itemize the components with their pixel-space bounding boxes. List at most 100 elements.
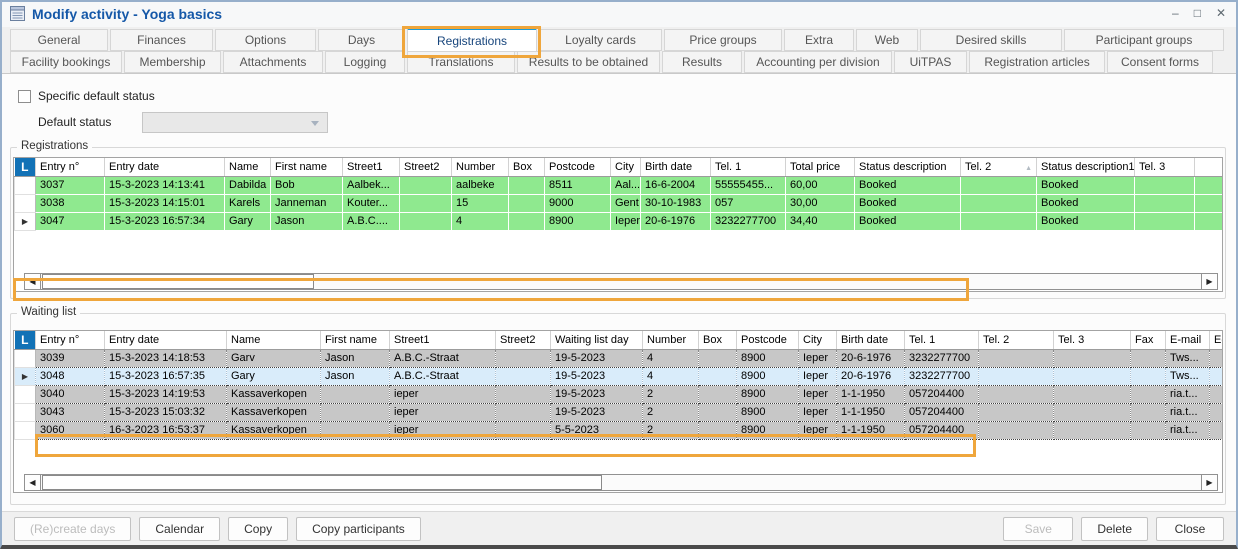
column-header[interactable]: Number <box>642 331 699 350</box>
column-header[interactable]: Postcode <box>736 331 799 350</box>
cell <box>960 176 1037 195</box>
tab-consent-forms[interactable]: Consent forms <box>1107 51 1213 73</box>
scroll-thumb[interactable] <box>42 475 602 490</box>
scroll-right-icon[interactable]: ▶ <box>1201 475 1217 490</box>
column-header[interactable]: Street1 <box>342 158 400 177</box>
column-header[interactable]: Entry date <box>104 158 225 177</box>
table-row[interactable]: 3038 15-3-2023 14:15:01 Karels Janneman Kout… <box>14 193 1222 213</box>
calendar-button[interactable]: Calendar <box>139 517 221 541</box>
scroll-left-icon[interactable]: ◀ <box>25 274 41 289</box>
cell: 057204400 <box>904 403 979 422</box>
column-header[interactable]: Fax <box>1130 331 1166 350</box>
table-row[interactable]: 3043 15-3-2023 15:03:32 Kassaverkopen ieper… <box>14 402 1222 422</box>
tab-accounting-per-division[interactable]: Accounting per division <box>744 51 892 73</box>
tab-registrations[interactable]: Registrations <box>407 27 537 52</box>
tab-desired-skills[interactable]: Desired skills <box>920 29 1062 51</box>
cell: 15-3-2023 16:57:34 <box>104 212 225 231</box>
delete-button[interactable]: Delete <box>1081 517 1148 541</box>
column-header[interactable]: Box <box>698 331 737 350</box>
tab-membership[interactable]: Membership <box>124 51 221 73</box>
column-header[interactable]: Entry date <box>104 331 227 350</box>
tab-results-to-be-obtained[interactable]: Results to be obtained <box>517 51 660 73</box>
tab-participant-groups[interactable]: Participant groups <box>1064 29 1224 51</box>
copy-button[interactable]: Copy <box>228 517 289 541</box>
column-header[interactable]: Postcode <box>544 158 611 177</box>
minimize-icon[interactable]: – <box>1172 4 1179 22</box>
cell: 8511 <box>544 176 611 195</box>
scroll-left-icon[interactable]: ◀ <box>25 475 41 490</box>
cell: Kassaverkopen <box>226 403 321 422</box>
column-header[interactable]: Street1 <box>389 331 496 350</box>
maximize-icon[interactable]: □ <box>1194 4 1201 22</box>
tab-price-groups[interactable]: Price groups <box>664 29 782 51</box>
column-header[interactable]: Status description <box>854 158 961 177</box>
column-header[interactable]: E- <box>1209 331 1222 350</box>
cell <box>495 403 551 422</box>
scroll-right-icon[interactable]: ▶ <box>1201 274 1217 289</box>
column-header[interactable]: Tel. 2 <box>978 331 1054 350</box>
cell <box>960 212 1037 231</box>
registrations-hscrollbar[interactable]: ◀ ▶ <box>24 273 1218 290</box>
table-row[interactable]: 3039 15-3-2023 14:18:53 Garv Jason A.B.C.-St… <box>14 348 1222 368</box>
cell: 057204400 <box>904 421 979 440</box>
window-title: Modify activity - Yoga basics <box>32 6 223 22</box>
tab-extra[interactable]: Extra <box>784 29 854 51</box>
close-button[interactable]: Close <box>1156 517 1224 541</box>
table-row[interactable]: 3040 15-3-2023 14:19:53 Kassaverkopen ieper… <box>14 384 1222 404</box>
tab-options[interactable]: Options <box>215 29 316 51</box>
column-header[interactable]: First name <box>320 331 390 350</box>
column-header[interactable]: Number <box>451 158 509 177</box>
column-header[interactable]: City <box>610 158 641 177</box>
close-icon[interactable]: ✕ <box>1216 4 1226 22</box>
specific-default-status-checkbox[interactable] <box>18 89 31 103</box>
column-header[interactable]: Tel. 3 <box>1134 158 1195 177</box>
column-header[interactable]: Entry n° <box>35 331 105 350</box>
tab-translations[interactable]: Translations <box>407 51 515 73</box>
waiting-list-hscrollbar[interactable]: ◀ ▶ <box>24 474 1218 491</box>
tab-days[interactable]: Days <box>318 29 405 51</box>
column-header[interactable]: Birth date <box>640 158 711 177</box>
app-icon <box>10 6 25 21</box>
-re-create-days-button: (Re)create days <box>14 517 132 541</box>
row-marker <box>14 175 36 195</box>
column-header[interactable]: First name <box>270 158 343 177</box>
column-header[interactable]: Waiting list day <box>550 331 643 350</box>
cell: Booked <box>854 194 961 213</box>
column-header[interactable]: Name <box>224 158 271 177</box>
table-row[interactable]: ▶ 3047 15-3-2023 16:57:34 Gary Jason A.B.C...… <box>14 211 1222 231</box>
tab-general[interactable]: General <box>10 29 108 51</box>
column-header[interactable] <box>1194 158 1222 177</box>
scroll-thumb[interactable] <box>42 274 314 289</box>
tab-uitpas[interactable]: UiTPAS <box>894 51 967 73</box>
column-header[interactable]: Tel. 1 <box>710 158 786 177</box>
column-header[interactable]: E-mail <box>1165 331 1210 350</box>
column-header[interactable]: Box <box>508 158 545 177</box>
tab-web[interactable]: Web <box>856 29 918 51</box>
row-marker <box>14 348 36 368</box>
column-header[interactable]: Birth date <box>836 331 905 350</box>
default-status-dropdown[interactable] <box>142 112 328 133</box>
column-header[interactable]: Tel. 1 <box>904 331 979 350</box>
cell: Tws... <box>1165 367 1210 386</box>
tab-attachments[interactable]: Attachments <box>223 51 323 73</box>
column-header[interactable]: Tel. 2 ▲ <box>960 158 1037 177</box>
table-row[interactable]: ▶ 3048 15-3-2023 16:57:35 Gary Jason A.B.C.-S… <box>14 366 1222 386</box>
column-header[interactable]: Street2 <box>495 331 551 350</box>
column-header[interactable]: Entry n° <box>35 158 105 177</box>
column-header[interactable]: Street2 <box>399 158 452 177</box>
tab-logging[interactable]: Logging <box>325 51 405 73</box>
table-row[interactable]: 3060 16-3-2023 16:53:37 Kassaverkopen ieper… <box>14 420 1222 440</box>
column-header[interactable]: Status description1 <box>1036 158 1135 177</box>
tab-facility-bookings[interactable]: Facility bookings <box>10 51 122 73</box>
column-header[interactable]: Name <box>226 331 321 350</box>
table-row[interactable]: 3037 15-3-2023 14:13:41 Dabilda Bob Aalbek..… <box>14 175 1222 195</box>
cell: ria.t... <box>1165 385 1210 404</box>
tab-loyalty-cards[interactable]: Loyalty cards <box>539 29 662 51</box>
column-header[interactable]: Total price <box>785 158 855 177</box>
column-header[interactable]: Tel. 3 <box>1053 331 1131 350</box>
tab-finances[interactable]: Finances <box>110 29 213 51</box>
tab-results[interactable]: Results <box>662 51 742 73</box>
column-header[interactable]: City <box>798 331 837 350</box>
tab-registration-articles[interactable]: Registration articles <box>969 51 1105 73</box>
copy-participants-button[interactable]: Copy participants <box>296 517 421 541</box>
